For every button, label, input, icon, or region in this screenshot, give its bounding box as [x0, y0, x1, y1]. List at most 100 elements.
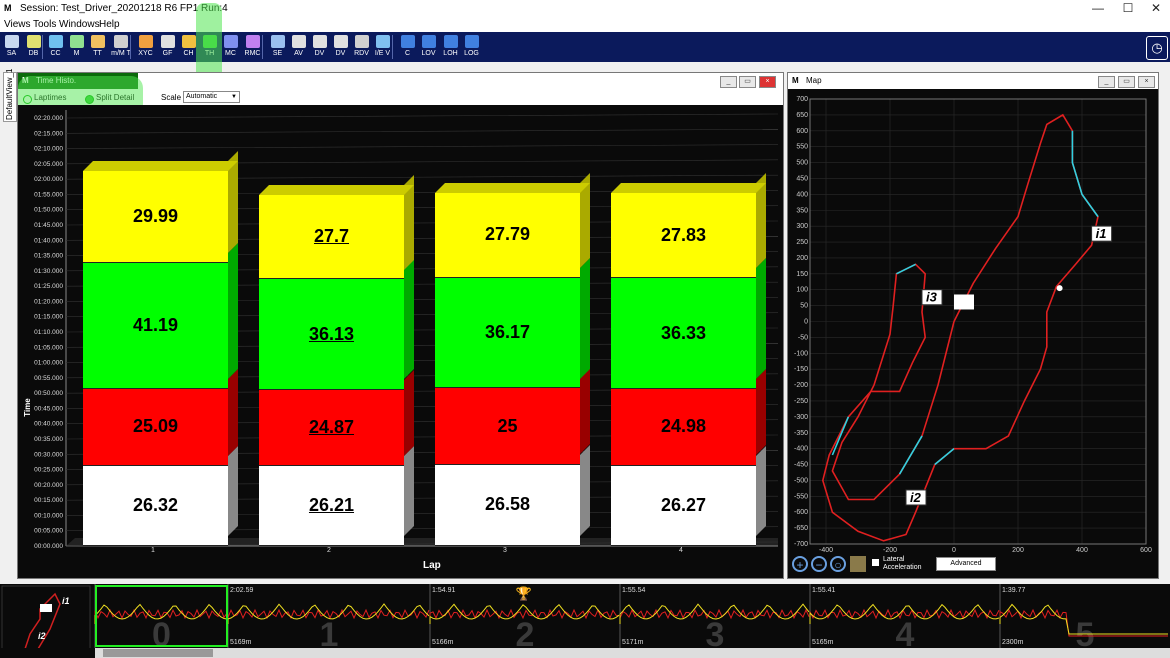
toolbar-button-mc[interactable]: MC	[220, 32, 241, 62]
zoom-fit-icon[interactable]: ○	[830, 556, 846, 572]
bars-layer: 26.32 25.09 41.19 29.99 1 26.21 24.87 36.13 27.7…	[18, 73, 783, 578]
zoom-out-icon[interactable]: −	[811, 556, 827, 572]
map-y-tick: -150	[794, 366, 808, 373]
bar-segment[interactable]: 27.83	[611, 193, 756, 279]
menu-windows[interactable]: Windows	[59, 19, 100, 30]
bar-segment[interactable]: 27.79	[435, 192, 580, 278]
toolbar-button-se[interactable]: SE	[267, 32, 288, 62]
dv-icon	[312, 35, 327, 48]
toolbar-button-log[interactable]: LOG	[461, 32, 482, 62]
map-y-tick: 0	[804, 319, 808, 326]
bar-segment[interactable]: 24.87	[259, 389, 404, 466]
menu-views[interactable]: Views	[4, 19, 31, 30]
sector-flag-i3: i3	[921, 289, 943, 306]
track-map[interactable]: 7006506005505004504003503002502001501005…	[788, 89, 1158, 553]
se-icon	[270, 35, 285, 48]
sector-flag-label: i2	[910, 490, 922, 505]
map-restore-button[interactable]: ▭	[1118, 76, 1135, 88]
av-icon	[291, 35, 306, 48]
map-y-tick: 350	[796, 207, 808, 214]
map-image-icon[interactable]	[850, 556, 866, 572]
toolbar-button-db[interactable]: DB	[23, 32, 44, 62]
toolbar-button-c[interactable]: C	[397, 32, 418, 62]
bar-segment[interactable]: 26.58	[435, 464, 580, 546]
bar-value-label: 27.7	[313, 226, 350, 247]
app-logo: M	[4, 3, 12, 13]
toolbar-button-label: SE	[272, 50, 283, 57]
bar-segment[interactable]: 26.32	[83, 465, 228, 546]
bar-segment[interactable]: 27.7	[259, 194, 404, 280]
bar-side-face	[580, 257, 590, 379]
bar-value-label: 29.99	[132, 206, 179, 227]
clock-icon[interactable]: ◷	[1146, 36, 1168, 60]
toolbar-button-rmc[interactable]: RMC	[242, 32, 263, 62]
bar-value-label: 36.17	[484, 322, 531, 343]
bar-segment[interactable]: 36.33	[611, 278, 756, 390]
menu-help[interactable]: Help	[99, 19, 120, 30]
scroll-thumb[interactable]	[103, 649, 213, 657]
maximize-button[interactable]: ☐	[1116, 1, 1140, 17]
close-button[interactable]: ✕	[1144, 1, 1168, 17]
lap-strip: i1 i2 0 1 2:02.59 5169m 2 1:54.91 5166m 3 1:55.54 5…	[0, 584, 1170, 658]
map-y-tick: -450	[794, 462, 808, 469]
toolbar-button-cc[interactable]: CC	[45, 32, 66, 62]
zoom-in-icon[interactable]: +	[792, 556, 808, 572]
map-y-tick: -400	[794, 446, 808, 453]
map-y-tick: -550	[794, 493, 808, 500]
bar-segment[interactable]: 26.21	[259, 465, 404, 546]
toolbar-button-tt[interactable]: TT	[87, 32, 108, 62]
toolbar-button-dv[interactable]: DV	[309, 32, 330, 62]
side-tab-label: DefaultView_1	[5, 68, 14, 120]
x-tick-label: 1	[151, 547, 155, 554]
toolbar-button-loh[interactable]: LOH	[440, 32, 461, 62]
bar-value-label: 26.58	[484, 494, 531, 515]
menu-tools[interactable]: Tools	[33, 19, 56, 30]
bar-segment[interactable]: 24.98	[611, 389, 756, 466]
sector-flag-label: i1	[1096, 226, 1107, 241]
bar-side-face	[228, 368, 238, 456]
side-tab-defaultview[interactable]: DefaultView_1	[3, 68, 17, 122]
toolbar-button-xyc[interactable]: XYC	[135, 32, 156, 62]
toolbar-separator	[130, 35, 131, 59]
toolbar-button-label: AV	[294, 50, 303, 57]
bar-side-face	[580, 444, 590, 536]
toolbar-button-label: DB	[28, 50, 39, 57]
bar-segment[interactable]: 36.17	[435, 277, 580, 389]
toolbar-separator	[392, 35, 393, 59]
toolbar-button-iev[interactable]: I/E V	[372, 32, 393, 62]
toolbar-button-m[interactable]: M	[66, 32, 87, 62]
map-y-tick: 600	[796, 128, 808, 135]
rmc-icon	[245, 35, 260, 48]
toolbar-button-label: RDV	[354, 50, 369, 57]
map-minimize-button[interactable]: _	[1098, 76, 1115, 88]
sa-icon	[4, 35, 19, 48]
bar-segment[interactable]: 25.09	[83, 388, 228, 466]
bar-segment[interactable]: 36.13	[259, 279, 404, 390]
map-y-tick: 500	[796, 160, 808, 167]
bar-segment[interactable]: 25	[435, 388, 580, 465]
toolbar-button-sa[interactable]: SA	[1, 32, 22, 62]
lateral-acceleration-checkbox[interactable]	[872, 559, 879, 566]
bar-side-face	[580, 368, 590, 455]
toolbar-button-gf[interactable]: GF	[157, 32, 178, 62]
toolbar-button-dv2[interactable]: DV	[330, 32, 351, 62]
map-close-button[interactable]: ×	[1138, 76, 1155, 88]
bar-value-label: 36.13	[308, 323, 355, 344]
map-controls: + − ○ Lateral Acceleration Advanced	[788, 553, 1158, 577]
advanced-button[interactable]: Advanced	[936, 557, 996, 571]
c-icon	[400, 35, 415, 48]
minimize-button[interactable]: —	[1086, 1, 1110, 17]
toolbar-button-av[interactable]: AV	[288, 32, 309, 62]
tt-icon	[90, 35, 105, 48]
toolbar-button-label: I/E V	[374, 50, 391, 57]
bar-side-face	[404, 445, 414, 536]
toolbar-button-lov[interactable]: LOV	[418, 32, 439, 62]
car-position-marker	[1056, 285, 1063, 292]
bar-value-label: 26.32	[132, 494, 179, 515]
bar-segment[interactable]: 26.27	[611, 465, 756, 546]
toolbar-button-rdv[interactable]: RDV	[351, 32, 372, 62]
strip-scrollbar[interactable]	[95, 648, 1170, 658]
bar-side-face	[756, 258, 766, 380]
bar-segment[interactable]: 41.19	[83, 262, 228, 389]
bar-segment[interactable]: 29.99	[83, 171, 228, 263]
